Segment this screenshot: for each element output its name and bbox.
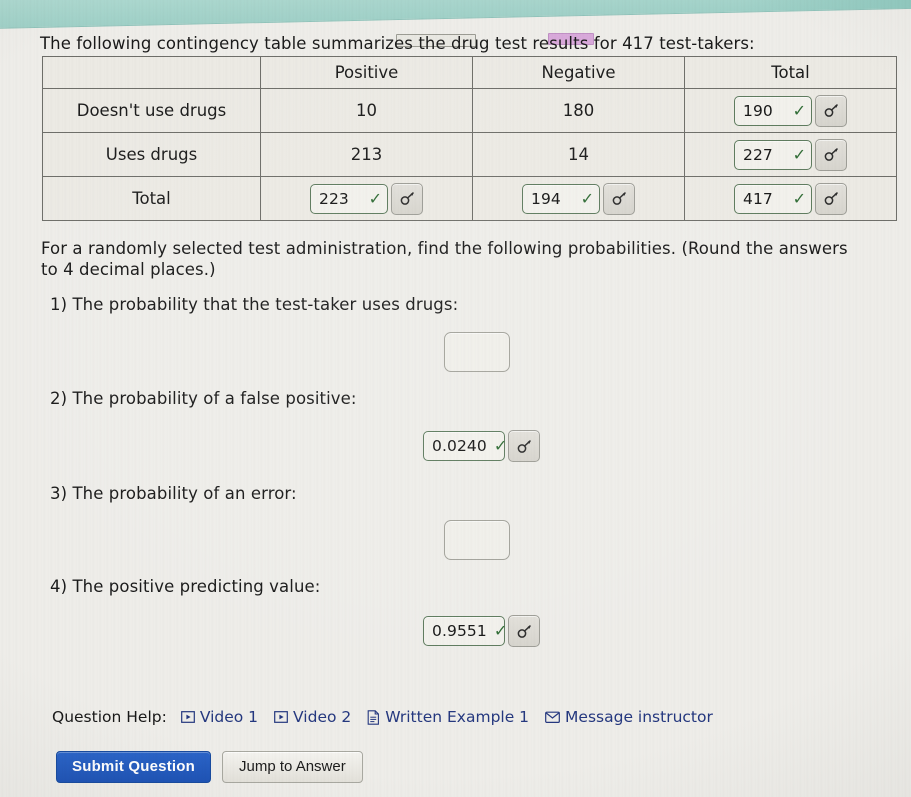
instructions-text: For a randomly selected test administrat… <box>41 239 848 279</box>
input-total-negative[interactable]: 194 ✓ <box>522 183 600 214</box>
answer-group: 0.9551 ✓ <box>423 615 540 647</box>
envelope-icon <box>545 711 560 724</box>
cell-nodrugs-negative: 180 <box>472 88 685 133</box>
key-icon-button[interactable] <box>603 182 635 215</box>
jump-to-answer-button[interactable]: Jump to Answer <box>222 751 363 783</box>
header-positive: Positive <box>260 56 473 89</box>
cell-usesdrugs-negative: 14 <box>472 132 685 177</box>
table-row: Uses drugs 213 14 227 ✓ <box>42 132 897 177</box>
header-blank <box>42 56 261 89</box>
document-icon <box>367 709 380 725</box>
input-usesdrugs-total[interactable]: 227 ✓ <box>734 139 812 170</box>
question-3-prompt: 3) The probability of an error: <box>50 484 297 503</box>
answer-group: 194 ✓ <box>522 182 635 215</box>
check-icon: ✓ <box>792 188 806 208</box>
cell-total-negative: 194 ✓ <box>472 176 685 221</box>
contingency-table: Positive Negative Total Doesn't use drug… <box>42 56 897 221</box>
check-icon: ✓ <box>368 188 382 208</box>
question-4-prompt: 4) The positive predicting value: <box>50 577 321 596</box>
key-icon-button[interactable] <box>815 182 847 215</box>
cell-nodrugs-total: 190 ✓ <box>684 88 897 133</box>
header-total: Total <box>684 56 897 89</box>
answer-row-4: 0.9551 ✓ <box>423 615 540 647</box>
answer-input-1[interactable] <box>444 332 510 372</box>
row-label-no-drugs: Doesn't use drugs <box>42 88 261 133</box>
help-link-message-instructor[interactable]: Message instructor <box>545 708 713 726</box>
answer-input-3[interactable] <box>444 520 510 560</box>
row-label-total: Total <box>42 176 261 221</box>
check-icon: ✓ <box>493 436 508 455</box>
question-help-bar: Question Help: Video 1 Video 2 Written E… <box>52 708 729 726</box>
input-nodrugs-total[interactable]: 190 ✓ <box>734 95 812 126</box>
input-total-total[interactable]: 417 ✓ <box>734 183 812 214</box>
input-total-positive[interactable]: 223 ✓ <box>310 183 388 214</box>
cell-total-total: 417 ✓ <box>684 176 897 221</box>
check-icon: ✓ <box>792 144 806 164</box>
question-help-label: Question Help: <box>52 708 167 726</box>
table-header-row: Positive Negative Total <box>42 56 897 89</box>
key-icon-button[interactable] <box>508 430 540 462</box>
submit-question-button[interactable]: Submit Question <box>56 751 211 783</box>
key-icon-button[interactable] <box>815 94 847 127</box>
help-link-video-2[interactable]: Video 2 <box>274 708 351 726</box>
cell-nodrugs-positive: 10 <box>260 88 473 133</box>
intro-text: The following contingency table summariz… <box>40 34 755 53</box>
check-icon: ✓ <box>493 621 508 640</box>
table-row: Doesn't use drugs 10 180 190 ✓ <box>42 88 897 133</box>
answer-group: 223 ✓ <box>310 182 423 215</box>
answer-input-4[interactable]: 0.9551 ✓ <box>423 616 508 646</box>
table-row: Total 223 ✓ 194 ✓ 417 ✓ <box>42 176 897 221</box>
key-icon-button[interactable] <box>391 182 423 215</box>
question-2-prompt: 2) The probability of a false positive: <box>50 389 357 408</box>
question-page: The following contingency table summariz… <box>0 0 911 797</box>
cell-usesdrugs-total: 227 ✓ <box>684 132 897 177</box>
video-icon <box>180 710 195 724</box>
question-1-prompt: 1) The probability that the test-taker u… <box>50 295 459 314</box>
video-icon <box>274 710 288 724</box>
cell-usesdrugs-positive: 213 <box>260 132 473 177</box>
key-icon-button[interactable] <box>508 615 540 647</box>
cell-total-positive: 223 ✓ <box>260 176 473 221</box>
answer-group: 227 ✓ <box>734 138 847 171</box>
answer-input-2[interactable]: 0.0240 ✓ <box>423 431 508 461</box>
answer-group: 417 ✓ <box>734 182 847 215</box>
row-label-uses-drugs: Uses drugs <box>42 132 261 177</box>
action-button-row: Submit Question Jump to Answer <box>56 751 363 783</box>
answer-group: 190 ✓ <box>734 94 847 127</box>
answer-group: 0.0240 ✓ <box>423 430 540 462</box>
help-link-written-example-1[interactable]: Written Example 1 <box>367 708 529 726</box>
check-icon: ✓ <box>580 188 594 208</box>
key-icon-button[interactable] <box>815 138 847 171</box>
help-link-video-1[interactable]: Video 1 <box>180 708 258 726</box>
answer-row-2: 0.0240 ✓ <box>423 430 540 462</box>
check-icon: ✓ <box>792 100 806 120</box>
header-negative: Negative <box>472 56 685 89</box>
